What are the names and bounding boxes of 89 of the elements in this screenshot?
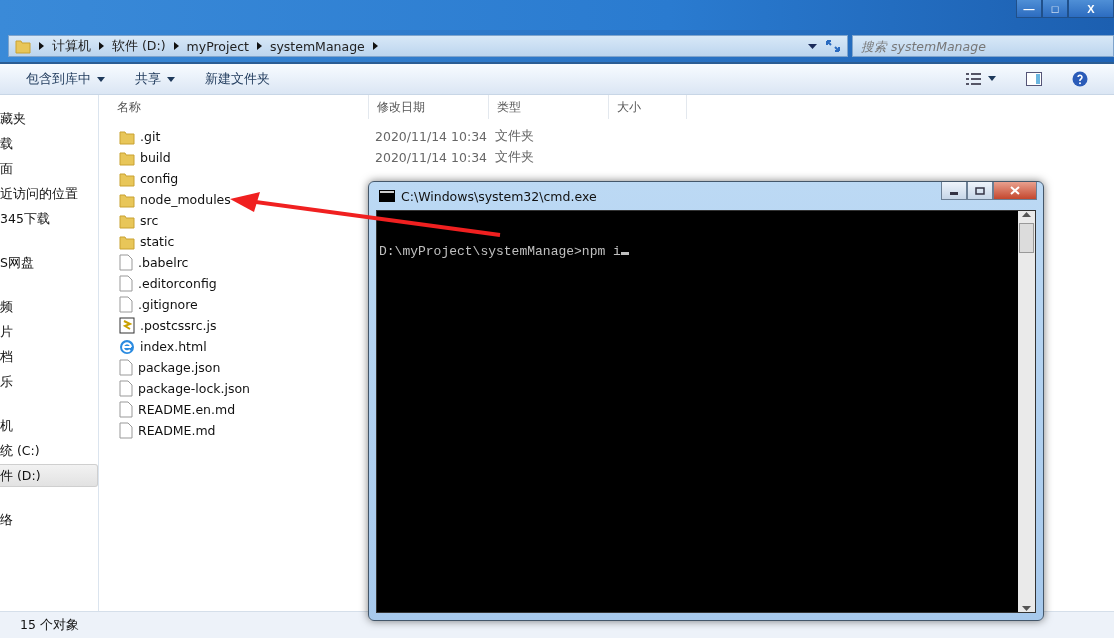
file-name[interactable]: package-lock.json: [138, 381, 251, 396]
sidebar-item[interactable]: 片: [0, 320, 98, 343]
file-name[interactable]: build: [140, 150, 171, 165]
breadcrumb[interactable]: systemManage: [269, 38, 365, 54]
close-icon: [1010, 186, 1020, 195]
folder-icon: [119, 170, 135, 187]
help-icon[interactable]: [1072, 71, 1088, 87]
console-title: C:\Windows\system32\cmd.exe: [401, 188, 597, 204]
sidebar-item[interactable]: 藏夹: [0, 107, 98, 130]
crumb-arrow-icon: [173, 42, 179, 50]
file-type: 文件夹: [494, 149, 534, 164]
toolbar-button[interactable]: 包含到库中: [26, 68, 105, 90]
preview-pane-icon[interactable]: [1026, 72, 1042, 86]
folder-icon: [15, 38, 31, 54]
file-name[interactable]: static: [140, 234, 175, 249]
file-name[interactable]: README.md: [138, 423, 216, 438]
file-icon: [119, 401, 133, 418]
file-name[interactable]: README.en.md: [138, 402, 236, 417]
file-name[interactable]: .git: [140, 129, 161, 144]
console-icon: [379, 190, 395, 202]
dropdown-icon[interactable]: [808, 43, 817, 49]
refresh-icon[interactable]: [825, 39, 841, 53]
folder-icon: [119, 233, 135, 250]
folder-icon: [119, 149, 135, 166]
crumb-arrow-icon: [39, 42, 44, 50]
caret-icon: [97, 76, 105, 82]
sidebar-item[interactable]: 机: [0, 414, 98, 437]
command-line: D:\myProject\systemManage>npm i: [379, 244, 629, 259]
file-icon: [119, 296, 133, 313]
file-icon: [119, 422, 133, 439]
folder-icon: [119, 128, 135, 145]
crumb-arrow-icon: [256, 42, 262, 50]
toolbar-button[interactable]: 共享: [135, 68, 175, 90]
sidebar-item[interactable]: 345下载: [0, 207, 98, 230]
sidebar-item[interactable]: S网盘: [0, 251, 98, 274]
sidebar-item[interactable]: 统 (C:): [0, 439, 98, 462]
status-text: 15 个对象: [20, 616, 79, 634]
web-page-icon: [119, 338, 135, 355]
view-options-icon[interactable]: [966, 73, 996, 85]
column-header[interactable]: 名称: [109, 95, 369, 119]
minimize-icon: [950, 192, 958, 195]
sidebar-item[interactable]: 载: [0, 132, 98, 155]
crumb-arrow-icon: [372, 42, 378, 50]
sidebar-item[interactable]: 乐: [0, 370, 98, 393]
close-button[interactable]: [993, 182, 1037, 200]
folder-icon: [119, 191, 135, 208]
maximize-icon: [975, 187, 985, 195]
toolbar-button[interactable]: 新建文件夹: [205, 68, 270, 90]
file-icon: [119, 380, 133, 397]
crumb-arrow-icon: [99, 42, 104, 50]
folder-icon: [119, 212, 135, 229]
file-name[interactable]: .postcssrc.js: [140, 318, 217, 333]
file-name[interactable]: src: [140, 213, 159, 228]
file-type: 文件夹: [494, 128, 534, 143]
breadcrumb[interactable]: 计算机: [52, 37, 91, 55]
address-bar[interactable]: 计算机 软件 (D:) myProject systemManage: [8, 35, 848, 57]
file-name[interactable]: .babelrc: [138, 255, 189, 270]
scrollbar-thumb[interactable]: [1019, 223, 1034, 253]
column-header[interactable]: 类型: [489, 95, 609, 119]
script-file-icon: [119, 317, 135, 334]
sidebar-item[interactable]: 件 (D:): [0, 464, 98, 487]
column-header[interactable]: 大小: [609, 95, 687, 119]
file-icon: [119, 254, 133, 271]
file-name[interactable]: package.json: [138, 360, 221, 375]
file-name[interactable]: .gitignore: [138, 297, 198, 312]
minimize-button[interactable]: —: [1016, 0, 1042, 18]
sidebar-item[interactable]: 频: [0, 295, 98, 318]
file-name[interactable]: node_modules: [140, 192, 231, 207]
breadcrumb[interactable]: 软件 (D:): [112, 37, 166, 55]
sidebar-item[interactable]: 近访问的位置: [0, 182, 98, 205]
sidebar-item[interactable]: 档: [0, 345, 98, 368]
file-icon: [119, 275, 133, 292]
file-name[interactable]: .editorconfig: [138, 276, 217, 291]
scroll-up-icon[interactable]: [1022, 211, 1031, 217]
modified-date: 2020/11/14 10:34: [374, 129, 488, 144]
maximize-button[interactable]: [967, 182, 993, 200]
maximize-button[interactable]: □: [1042, 0, 1068, 18]
sidebar-item[interactable]: 络: [0, 508, 98, 531]
breadcrumb[interactable]: myProject: [186, 38, 249, 54]
modified-date: 2020/11/14 10:34: [374, 150, 488, 165]
column-header[interactable]: 修改日期: [369, 95, 489, 119]
close-button[interactable]: X: [1068, 0, 1114, 18]
search-field[interactable]: 搜索 systemManage: [852, 35, 1114, 57]
sidebar-item[interactable]: 面: [0, 157, 98, 180]
caret-icon: [167, 76, 175, 82]
file-name[interactable]: config: [140, 171, 179, 186]
file-name[interactable]: index.html: [140, 339, 207, 354]
file-icon: [119, 359, 133, 376]
minimize-button[interactable]: [941, 182, 967, 200]
